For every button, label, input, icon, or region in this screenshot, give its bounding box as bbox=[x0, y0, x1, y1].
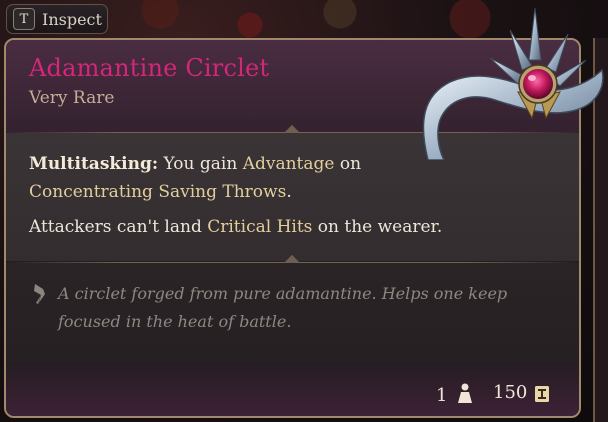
lore-text: A circlet forged from pure adamantine. H… bbox=[58, 284, 508, 331]
gold-coin-icon bbox=[535, 386, 549, 402]
passive-description: Multitasking: You gain Advantage on Conc… bbox=[29, 150, 449, 206]
circlet-item-icon bbox=[422, 7, 604, 160]
item-name: Adamantine Circlet bbox=[29, 54, 270, 82]
passive-name: Multitasking: bbox=[29, 154, 159, 174]
weight-value: 1 bbox=[436, 385, 448, 406]
effect-description: Attackers can't land Critical Hits on th… bbox=[29, 217, 442, 237]
tooltip-footer: 1 150 bbox=[6, 363, 579, 416]
effect-text: Attackers can't land bbox=[29, 217, 208, 237]
inspect-label: Inspect bbox=[42, 9, 102, 29]
quill-icon bbox=[34, 284, 45, 305]
keyword-advantage[interactable]: Advantage bbox=[243, 154, 335, 174]
passive-text: . bbox=[286, 182, 292, 202]
keyword-critical-hits[interactable]: Critical Hits bbox=[207, 217, 312, 237]
lore-section: A circlet forged from pure adamantine. H… bbox=[6, 263, 579, 363]
passive-text: on bbox=[334, 154, 362, 174]
passive-text: You gain bbox=[158, 154, 243, 174]
item-rarity: Very Rare bbox=[29, 88, 115, 108]
keyword-concentrating-saving-throws[interactable]: Concentrating Saving Throws bbox=[29, 182, 286, 202]
effect-text: on the wearer. bbox=[312, 217, 443, 237]
gold-value: 150 bbox=[493, 382, 528, 403]
inspect-button[interactable]: T Inspect bbox=[6, 4, 108, 34]
keyboard-key-icon: T bbox=[13, 8, 35, 30]
weight-icon bbox=[458, 383, 472, 403]
